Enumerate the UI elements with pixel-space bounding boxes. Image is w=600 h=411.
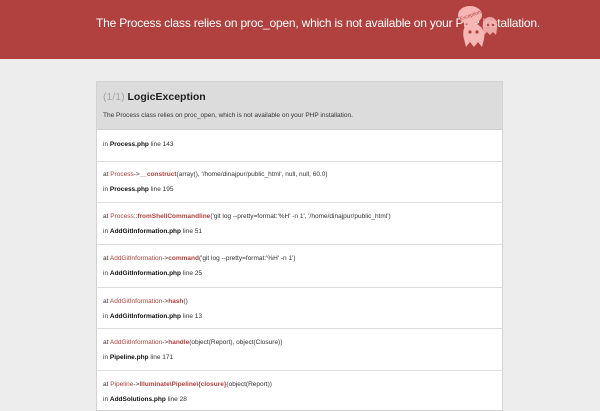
frame-args: 'git log --pretty=format:'%H' -n 1', '/h… <box>212 213 389 220</box>
frame-line: line 25 <box>182 270 202 277</box>
frame-call: at AddGitInformation->handle(object(Repo… <box>103 339 283 346</box>
stack-frame: at AddGitInformation->hash() in AddGitIn… <box>97 288 502 329</box>
frame-line: line 51 <box>182 228 202 235</box>
stack-frame: in Process.php line 143 <box>97 130 502 162</box>
stack-frame: at AddGitInformation->handle(object(Repo… <box>97 329 502 371</box>
frame-file: AddGitInformation.php <box>109 313 182 320</box>
frame-function: command <box>168 255 199 262</box>
frame-class: AddGitInformation <box>109 255 163 262</box>
frame-args: object(Report) <box>228 381 270 388</box>
frame-class: Process <box>110 171 134 178</box>
frame-function: fromShellCommandline <box>137 213 211 220</box>
frame-call: at Process::fromShellCommandline('git lo… <box>103 213 391 220</box>
frame-file: AddGitInformation.php <box>109 270 182 277</box>
frame-call: at Pipeline->Illuminate\Pipeline\{closur… <box>103 381 272 388</box>
exception-summary: (1/1) LogicException The Process class r… <box>97 82 502 130</box>
stack-frame: at Process::fromShellCommandline('git lo… <box>97 203 502 245</box>
frame-location: in AddGitInformation.php line 25 <box>103 270 202 277</box>
frame-location: in AddGitInformation.php line 51 <box>103 228 202 235</box>
frame-location: in Pipeline.php line 171 <box>103 354 174 361</box>
frame-args: 'git log --pretty=format:'%H' -n 1' <box>201 255 294 262</box>
error-header: The Process class relies on proc_open, w… <box>0 0 600 59</box>
frame-function: __construct <box>139 171 177 178</box>
exception-count: (1/1) <box>103 91 125 103</box>
frame-class: AddGitInformation <box>109 339 163 346</box>
frame-class: Process <box>110 213 134 220</box>
frame-call: at Process->__construct(array(), '/home/… <box>103 171 328 178</box>
frame-location: in Process.php line 143 <box>103 141 174 148</box>
frame-call: at AddGitInformation->command('git log -… <box>103 255 296 262</box>
frame-call: at AddGitInformation->hash() <box>103 298 188 305</box>
exception-message: The Process class relies on proc_open, w… <box>103 112 353 119</box>
frame-function: Illuminate\Pipeline\{closure} <box>139 381 227 388</box>
frame-class: Pipeline <box>110 381 134 388</box>
frame-line: line 143 <box>150 141 174 148</box>
stack-frame: at AddGitInformation->command('git log -… <box>97 245 502 288</box>
frame-file: AddGitInformation.php <box>109 228 182 235</box>
frame-function: hash <box>168 298 184 305</box>
frame-location: in Process.php line 195 <box>103 186 174 193</box>
frame-function: handle <box>168 339 190 346</box>
stack-frame: at Process->__construct(array(), '/home/… <box>97 162 502 203</box>
exception-ghost-logo: Exception <box>458 6 498 47</box>
exception-card: (1/1) LogicException The Process class r… <box>96 81 503 411</box>
frame-line: line 171 <box>150 354 174 361</box>
frame-location: in AddGitInformation.php line 13 <box>103 313 202 320</box>
frame-file: Process.php <box>109 186 149 193</box>
frame-file: Pipeline.php <box>109 354 149 361</box>
exception-class: LogicException <box>127 91 206 103</box>
frame-args: array(), '/home/dinajpur/public_html', n… <box>178 171 326 178</box>
frame-line: line 13 <box>182 313 202 320</box>
frame-args: object(Report), object(Closure) <box>191 339 281 346</box>
exception-title: (1/1) LogicException <box>103 90 496 104</box>
frame-file: Process.php <box>109 141 149 148</box>
stack-frame: at Pipeline->Illuminate\Pipeline\{closur… <box>97 371 502 410</box>
frame-class: AddGitInformation <box>109 298 163 305</box>
frame-line: line 195 <box>150 186 174 193</box>
